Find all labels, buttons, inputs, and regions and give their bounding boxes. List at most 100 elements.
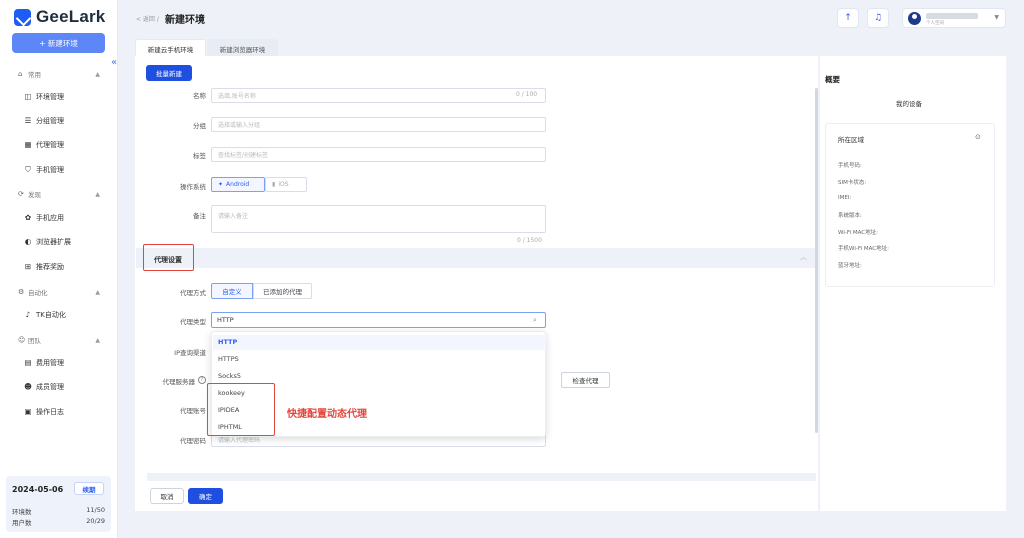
billing-icon: ▤ (24, 358, 32, 367)
sidebar-item-phone-apps[interactable]: ✿ 手机应用 (24, 213, 64, 223)
env-icon: ◫ (24, 92, 32, 101)
nav-section-team[interactable]: ☺ 团队 ▲ (18, 335, 100, 345)
sidebar-item-group-management[interactable]: ☰ 分组管理 (24, 116, 64, 126)
remark-label: 备注 (193, 212, 206, 220)
proxy-title-highlight (143, 244, 194, 271)
proxy-mode-added[interactable]: 已添加的代理 (253, 283, 312, 299)
info-bluetooth: 蓝牙地址: (838, 263, 862, 269)
nav-section-automation[interactable]: ⚙ 自动化 ▲ (18, 287, 100, 297)
os-ios-option[interactable]: ▮ iOS (265, 177, 307, 192)
group-input[interactable]: 选择或输入分组 (211, 117, 546, 132)
proxy-server-label: 代理服务器 (162, 378, 196, 386)
name-input[interactable]: 选填,账号名称 (211, 88, 546, 103)
remark-counter: 0 / 1500 (517, 237, 542, 244)
dynamic-proxy-highlight (207, 383, 275, 436)
nav-section-discover[interactable]: ⟳ 发现 ▲ (18, 189, 100, 199)
horizontal-scroll-area (147, 473, 816, 481)
sidebar-item-billing[interactable]: ▤ 费用管理 (24, 358, 64, 368)
dropdown-option-https[interactable]: HTTPS (218, 355, 239, 363)
info-phone-number: 手机号码: (838, 163, 862, 169)
tag-label: 标签 (193, 152, 206, 160)
vertical-scrollbar[interactable] (815, 88, 818, 433)
renew-button[interactable]: 续期 (74, 482, 104, 495)
chevron-up-icon[interactable]: ︿ (800, 252, 807, 262)
sidebar-item-operation-log[interactable]: ▣ 操作日志 (24, 407, 64, 417)
user-workspace: 个人空间 (926, 21, 944, 26)
overview-title: 概要 (825, 75, 840, 84)
nav-section-common[interactable]: ⌂ 常用 ▲ (18, 69, 100, 79)
group-label: 分组 (193, 122, 206, 130)
proxy-icon: ▦ (24, 140, 32, 149)
logo: GeeLark (14, 7, 105, 27)
sidebar-item-members[interactable]: ☻ 成员管理 (24, 382, 64, 392)
dropdown-option-socks5[interactable]: Socks5 (218, 372, 241, 380)
search-icon: ⌕ (533, 316, 537, 324)
tag-input[interactable]: 查找标签/创建标签 (211, 147, 546, 162)
chevron-down-icon: ▼ (994, 14, 999, 21)
android-icon: ✦ (218, 181, 224, 188)
location-icon: ⊙ (975, 133, 981, 141)
os-label: 操作系统 (180, 183, 206, 191)
proxy-mode-label: 代理方式 (180, 289, 206, 297)
app-name: GeeLark (36, 7, 106, 26)
info-system-version: 系统版本: (838, 213, 862, 219)
dropdown-option-http[interactable]: HTTP (218, 338, 237, 346)
help-icon[interactable]: ? (198, 376, 206, 384)
name-label: 名称 (193, 92, 206, 100)
chevron-up-icon: ▲ (95, 288, 100, 296)
remark-textarea[interactable]: 请输入备注 (211, 205, 546, 233)
sidebar: GeeLark + 新建环境 « ⌂ 常用 ▲ ◫ 环境管理 ☰ 分组管理 ▦ … (0, 0, 118, 538)
info-imei: IMEI: (838, 195, 852, 201)
sidebar-item-proxy-management[interactable]: ▦ 代理管理 (24, 140, 64, 150)
topbar: < 返回 / 新建环境 ↑ ♫ 个人空间 ▼ (118, 0, 1024, 38)
confirm-button[interactable]: 确定 (188, 488, 223, 504)
apps-icon: ✿ (24, 213, 32, 222)
log-icon: ▣ (24, 407, 32, 416)
info-sim-status: SIM卡状态: (838, 180, 867, 186)
dynamic-proxy-annotation: 快捷配置动态代理 (287, 409, 367, 420)
sidebar-item-env-management[interactable]: ◫ 环境管理 (24, 92, 64, 102)
proxy-type-select[interactable]: HTTP (211, 312, 546, 328)
collapse-sidebar-icon[interactable]: « (109, 57, 119, 69)
tiktok-icon: ♪ (25, 310, 31, 319)
home-icon: ⌂ (18, 70, 23, 78)
user-menu[interactable]: 个人空间 ▼ (902, 8, 1006, 28)
proxy-section-header[interactable] (136, 248, 817, 268)
geelark-logo-icon (14, 8, 31, 26)
info-wifi-mac: Wi-Fi MAC地址: (838, 230, 878, 236)
expiry-date: 2024-05-06 (12, 485, 64, 494)
chevron-up-icon: ▲ (95, 190, 100, 198)
sidebar-item-referral-rewards[interactable]: ⊞ 推荐奖励 (24, 262, 64, 272)
ip-channel-label: IP查询渠道 (174, 349, 206, 357)
my-device-label: 我的设备 (896, 100, 922, 108)
bell-icon[interactable]: ♫ (867, 8, 889, 28)
proxy-mode-custom[interactable]: 自定义 (211, 283, 253, 299)
back-link[interactable]: < 返回 / (136, 14, 159, 23)
avatar (908, 12, 921, 25)
gift-icon: ⊞ (24, 262, 32, 271)
discover-icon: ⟳ (18, 190, 24, 198)
batch-create-button[interactable]: 批量新建 (146, 65, 192, 81)
cancel-button[interactable]: 取消 (150, 488, 184, 504)
os-android-option[interactable]: ✦ Android (211, 177, 265, 192)
sidebar-item-phone-management[interactable]: ⛉ 手机管理 (24, 165, 64, 175)
sidebar-item-browser-extensions[interactable]: ◐ 浏览器扩展 (24, 237, 71, 247)
shield-icon: ⛉ (25, 165, 31, 174)
subscription-card: 2024-05-06 续期 环境数 11/50 用户数 20/29 (6, 476, 111, 532)
proxy-account-label: 代理账号 (180, 407, 206, 415)
user-name-redacted (926, 13, 978, 19)
dropdown-selected-bg (213, 335, 546, 350)
chevron-up-icon: ▲ (95, 336, 100, 344)
upload-icon[interactable]: ↑ (837, 8, 859, 28)
info-phone-wifi-mac: 手机Wi-Fi MAC地址: (838, 246, 889, 252)
env-count-row: 环境数 11/50 (12, 506, 105, 516)
user-count-row: 用户数 20/29 (12, 517, 105, 527)
chevron-up-icon: ▲ (95, 70, 100, 78)
new-env-button[interactable]: + 新建环境 (12, 33, 105, 53)
list-icon: ☰ (24, 116, 32, 125)
proxy-password-label: 代理密码 (180, 437, 206, 445)
check-proxy-button[interactable]: 检查代理 (561, 372, 610, 388)
sidebar-item-tk-automation[interactable]: ♪ TK自动化 (24, 310, 66, 320)
proxy-type-label: 代理类型 (180, 318, 206, 326)
name-counter: 0 / 100 (516, 91, 538, 98)
